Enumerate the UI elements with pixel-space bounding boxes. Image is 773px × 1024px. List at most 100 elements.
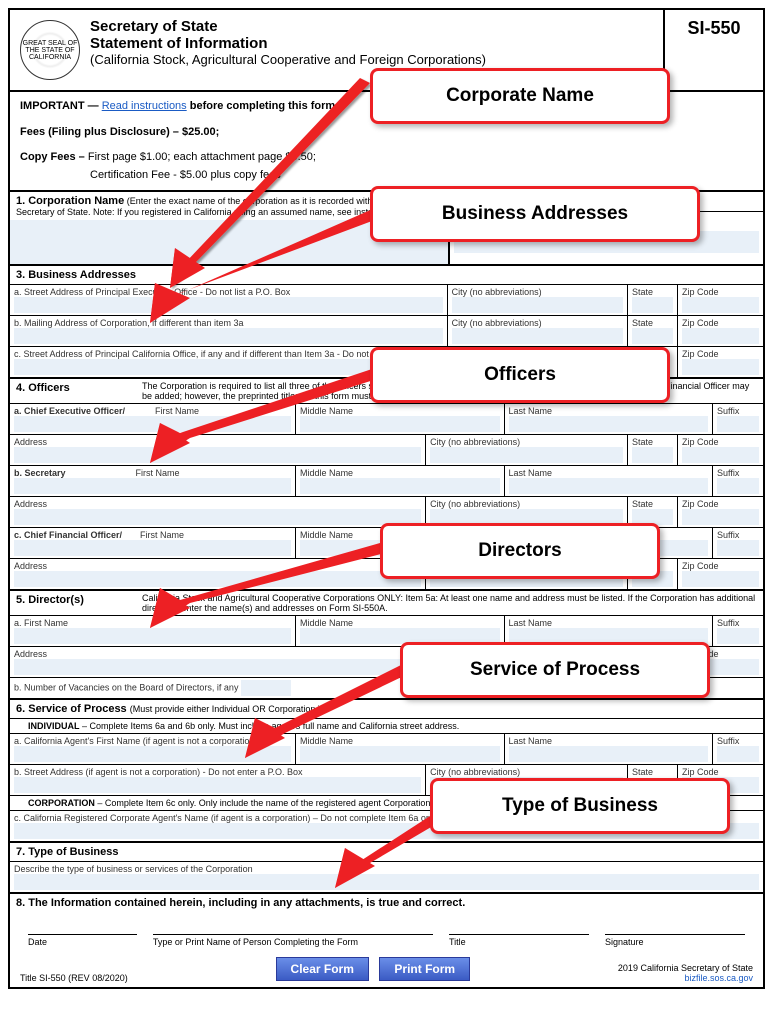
cfo-addr-label: Address [14,561,47,571]
completer-name-field[interactable]: Type or Print Name of Person Completing … [153,934,433,947]
dir-first[interactable] [14,628,291,644]
vacancies-field[interactable] [241,680,291,696]
ceo-mid[interactable] [300,416,499,432]
corporation-text: – Complete Item 6c only. Only include th… [97,798,433,808]
ceo-first-label: First Name [155,406,199,416]
ceo-addr[interactable] [14,447,421,463]
dir-last-label: Last Name [509,618,553,628]
vacancies-label: b. Number of Vacancies on the Board of D… [14,683,238,693]
sec6-sub: (Must provide either Individual OR Corpo… [130,704,321,714]
date-field[interactable]: Date [28,934,137,947]
sec3c-zip[interactable] [682,359,759,375]
form-si-550: GREAT SEAL OF THE STATE OF CALIFORNIA Se… [8,8,765,989]
secy-state-label: State [632,499,653,509]
agent-state-label: State [632,767,653,777]
ceo-zip[interactable] [682,447,759,463]
dir-suf[interactable] [717,628,759,644]
print-form-button[interactable]: Print Form [379,957,470,981]
dir-addr[interactable] [14,659,421,675]
agent-last[interactable] [509,746,708,762]
secy-last[interactable] [509,478,708,494]
dir-suf-label: Suffix [717,618,739,628]
secy-label: b. Secretary [14,468,66,478]
secy-zip[interactable] [682,509,759,525]
sec3a-city-label: City (no abbreviations) [452,287,542,297]
cfo-first[interactable] [14,540,291,556]
ceo-city[interactable] [430,447,623,463]
callout-corporate-name: Corporate Name [370,68,670,124]
header-subtitle: (California Stock, Agricultural Cooperat… [90,52,663,67]
ceo-state-label: State [632,437,653,447]
corp-agent-label: c. California Registered Corporate Agent… [14,813,441,823]
cfo-suf[interactable] [717,540,759,556]
biz-desc-field[interactable] [14,874,759,890]
sec3a-city[interactable] [452,297,623,313]
agent-first[interactable] [14,746,291,762]
callout-officers: Officers [370,347,670,403]
sec3a-street[interactable] [14,297,443,313]
secy-city-label: City (no abbreviations) [430,499,520,509]
secy-last-label: Last Name [509,468,553,478]
sec3b-city[interactable] [452,328,623,344]
secy-first[interactable] [14,478,291,494]
sec3b-state[interactable] [632,328,673,344]
signature-field[interactable]: Signature [605,934,745,947]
copyright: 2019 California Secretary of State [618,963,753,973]
title-field[interactable]: Title [449,934,589,947]
callout-business-addresses: Business Addresses [370,186,700,242]
agent-mid-label: Middle Name [300,736,353,746]
ceo-label: a. Chief Executive Officer/ [14,406,125,416]
sec3a-zip-label: Zip Code [682,287,719,297]
sec3a-label: a. Street Address of Principal Executive… [14,287,290,297]
cfo-zip-label: Zip Code [682,561,719,571]
sec3a-zip[interactable] [682,297,759,313]
state-seal-icon: GREAT SEAL OF THE STATE OF CALIFORNIA [20,20,80,80]
read-instructions-link[interactable]: Read instructions [102,100,187,112]
clear-form-button[interactable]: Clear Form [276,957,369,981]
individual-label: INDIVIDUAL [28,721,80,731]
sec3b-zip-label: Zip Code [682,318,719,328]
signature-row: Date Type or Print Name of Person Comple… [10,912,763,951]
secy-addr-label: Address [14,499,47,509]
cfo-label: c. Chief Financial Officer/ [14,530,122,540]
fees-label: Fees (Filing plus Disclosure) – $25.00; [20,126,219,138]
secy-addr[interactable] [14,509,421,525]
agent-suf-label: Suffix [717,736,739,746]
corporation-label: CORPORATION [28,798,95,808]
agent-first-label: a. California Agent's First Name (if age… [14,736,257,746]
cfo-addr[interactable] [14,571,421,587]
secy-first-label: First Name [136,468,180,478]
sec3b-street[interactable] [14,328,443,344]
sec7-heading: 7. Type of Business [10,843,763,862]
cfo-mid-label: Middle Name [300,530,353,540]
revision-label: Title SI-550 (REV 08/2020) [20,973,128,983]
sec3a-state[interactable] [632,297,673,313]
copy-fees-text: First page $1.00; each attachment page $… [88,151,316,163]
secy-mid[interactable] [300,478,499,494]
cfo-zip[interactable] [682,571,759,587]
important-post: before completing this form. [190,100,339,112]
callout-directors: Directors [380,523,660,579]
agent-last-label: Last Name [509,736,553,746]
agent-mid[interactable] [300,746,499,762]
ceo-suf[interactable] [717,416,759,432]
sec1-heading: 1. Corporation Name [16,195,124,207]
agent-addr[interactable] [14,777,421,793]
ceo-last[interactable] [509,416,708,432]
ceo-suf-label: Suffix [717,406,739,416]
sec6-heading: 6. Service of Process (Must provide eith… [10,700,763,719]
title-line2: Statement of Information [90,35,663,52]
agent-suf[interactable] [717,746,759,762]
ceo-addr-label: Address [14,437,47,447]
ceo-state[interactable] [632,447,673,463]
sec3b-zip[interactable] [682,328,759,344]
cfo-suf-label: Suffix [717,530,739,540]
copy-fees-text2: Certification Fee - $5.00 plus copy fees [20,167,753,185]
form-code: SI-550 [663,10,763,90]
dir-addr-label: Address [14,649,47,659]
ceo-first[interactable] [14,416,291,432]
sec3a-state-label: State [632,287,653,297]
secy-suf[interactable] [717,478,759,494]
callout-service-of-process: Service of Process [400,642,710,698]
sec3c-label: c. Street Address of Principal Californi… [14,349,427,359]
